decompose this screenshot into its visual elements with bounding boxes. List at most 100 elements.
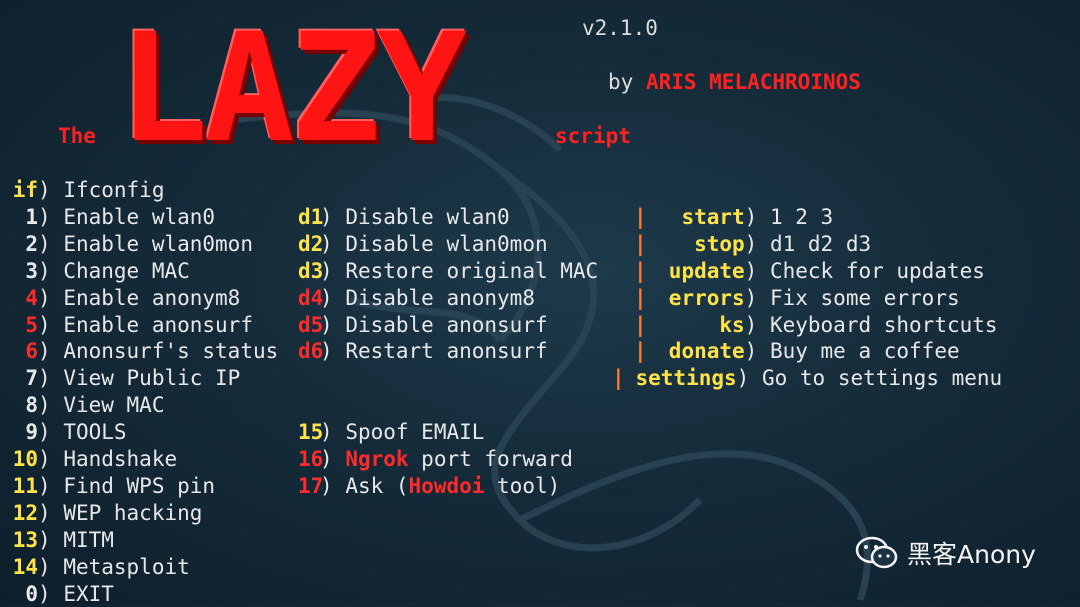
menu-key: update <box>668 258 745 283</box>
menu-item-15[interactable]: 15) Spoof EMAIL <box>298 419 484 445</box>
menu-key: 17 <box>298 473 324 498</box>
menu-label-prefix: Ask ( <box>345 473 409 498</box>
menu-label: Handshake <box>63 447 178 471</box>
menu-item-4[interactable]: 4) Enable anonym8 <box>4 285 240 311</box>
menu-item-donate[interactable]: | donate) Buy me a coffee <box>634 338 960 364</box>
menu-paren: ) <box>38 312 51 337</box>
menu-paren: ) <box>320 231 333 256</box>
menu-label: tool) <box>484 473 561 498</box>
menu-item-ks[interactable]: | ks) Keyboard shortcuts <box>634 312 998 338</box>
menu-key: errors <box>668 285 745 310</box>
menu-key: 2 <box>25 231 38 256</box>
menu-label: View Public IP <box>63 366 241 391</box>
menu-label: d1 d2 d3 <box>769 231 872 256</box>
menu-bar: | <box>612 366 625 391</box>
menu-label: Spoof EMAIL <box>345 420 485 445</box>
menu-paren: ) <box>320 285 333 310</box>
byline: by ARIS MELACHROINOS <box>608 70 861 94</box>
watermark-text: 黑客Anony <box>907 540 1036 569</box>
menu-item-d4[interactable]: d4) Disable anonym8 <box>298 285 535 311</box>
menu-paren: ) <box>38 554 51 579</box>
menu-label: Disable wlan0 <box>345 204 510 229</box>
menu-paren: ) <box>38 231 51 256</box>
menu-key: 13 <box>12 527 38 552</box>
menu-label: Buy me a coffee <box>769 339 960 364</box>
menu-item-d2[interactable]: d2) Disable wlan0mon <box>298 231 548 257</box>
menu-bar: | <box>634 339 647 364</box>
menu-label: Change MAC <box>63 258 190 283</box>
menu-key: settings <box>635 366 737 391</box>
menu-item-d5[interactable]: d5) Disable anonsurf <box>298 312 548 338</box>
menu-label: Fix some errors <box>769 285 960 310</box>
menu-paren: ) <box>38 527 51 552</box>
menu-bar: | <box>634 258 647 283</box>
menu-key: 4 <box>25 285 38 310</box>
menu-label: Metasploit <box>63 554 190 579</box>
menu-key: 16 <box>298 447 324 471</box>
menu-item-stop[interactable]: | stop) d1 d2 d3 <box>634 231 871 257</box>
menu-paren: ) <box>320 420 333 445</box>
menu-item-d1[interactable]: d1) Disable wlan0 <box>298 204 510 230</box>
menu-item-12[interactable]: 12) WEP hacking <box>4 500 203 526</box>
menu-bar: | <box>634 285 647 310</box>
menu-label-highlight: Howdoi <box>408 473 485 498</box>
menu-item-update[interactable]: | update) Check for updates <box>634 258 985 284</box>
menu-paren: ) <box>38 204 51 229</box>
menu-key: if <box>12 178 38 202</box>
menu-key: 9 <box>25 420 38 445</box>
menu-label: Disable wlan0mon <box>345 231 548 256</box>
menu-paren: ) <box>38 258 51 283</box>
menu-item-if[interactable]: if) Ifconfig <box>4 177 165 203</box>
menu-item-16[interactable]: 16) Ngrok port forward <box>298 446 573 472</box>
menu-key: 15 <box>298 420 324 445</box>
menu-label: Anonsurf's status <box>63 339 279 364</box>
menu-item-3[interactable]: 3) Change MAC <box>4 258 190 284</box>
menu-key: 1 <box>25 204 38 229</box>
menu-item-14[interactable]: 14) Metasploit <box>4 554 190 580</box>
menu-item-errors[interactable]: | errors) Fix some errors <box>634 285 960 311</box>
menu-label: Enable wlan0 <box>63 204 216 229</box>
menu-item-5[interactable]: 5) Enable anonsurf <box>4 312 253 338</box>
menu-item-13[interactable]: 13) MITM <box>4 527 114 553</box>
menu-item-10[interactable]: 10) Handshake <box>4 446 177 472</box>
menu-paren: ) <box>744 258 758 283</box>
watermark: 黑客Anony <box>855 535 1036 571</box>
menu-key: 7 <box>25 366 38 391</box>
menu-paren: ) <box>38 420 51 445</box>
menu-item-2[interactable]: 2) Enable wlan0mon <box>4 231 253 257</box>
menu-key: d4 <box>298 285 324 310</box>
menu-paren: ) <box>38 473 51 498</box>
menu-item-d3[interactable]: d3) Restore original MAC <box>298 258 598 284</box>
author-name: ARIS MELACHROINOS <box>645 70 861 94</box>
menu-key: 10 <box>12 447 38 471</box>
menu-item-17[interactable]: 17) Ask (Howdoi tool) <box>298 473 560 499</box>
menu-paren: ) <box>38 393 51 418</box>
menu-label: Find WPS pin <box>63 473 216 498</box>
menu-item-11[interactable]: 11) Find WPS pin <box>4 473 215 499</box>
menu-paren: ) <box>320 258 333 283</box>
menu-item-1[interactable]: 1) Enable wlan0 <box>4 204 215 230</box>
menu-label: Restore original MAC <box>345 258 599 283</box>
menu-bar: | <box>634 312 647 337</box>
menu-key: ks <box>719 312 745 337</box>
menu-item-8[interactable]: 8) View MAC <box>4 392 164 418</box>
menu-item-9[interactable]: 9) TOOLS <box>4 419 126 445</box>
menu-paren: ) <box>320 473 333 498</box>
menu-key: 5 <box>25 312 38 337</box>
menu-key: 8 <box>25 393 38 418</box>
menu-bar: | <box>634 231 647 256</box>
menu-key: d5 <box>298 312 324 337</box>
lazy-logo: LAZY <box>118 2 467 176</box>
menu-paren: ) <box>38 581 51 606</box>
menu-item-6[interactable]: 6) Anonsurf's status <box>4 338 278 364</box>
menu-label: Enable anonym8 <box>63 285 241 310</box>
menu-item-7[interactable]: 7) View Public IP <box>4 365 240 391</box>
menu-label: Check for updates <box>769 258 985 283</box>
menu-paren: ) <box>38 339 51 364</box>
menu-label: View MAC <box>63 393 165 418</box>
menu-item-d6[interactable]: d6) Restart anonsurf <box>298 338 548 364</box>
menu-paren: ) <box>38 447 51 471</box>
menu-item-settings[interactable]: | settings) Go to settings menu <box>612 365 1002 391</box>
menu-item-start[interactable]: | start) 1 2 3 <box>634 204 833 230</box>
menu-key: d6 <box>298 339 324 364</box>
